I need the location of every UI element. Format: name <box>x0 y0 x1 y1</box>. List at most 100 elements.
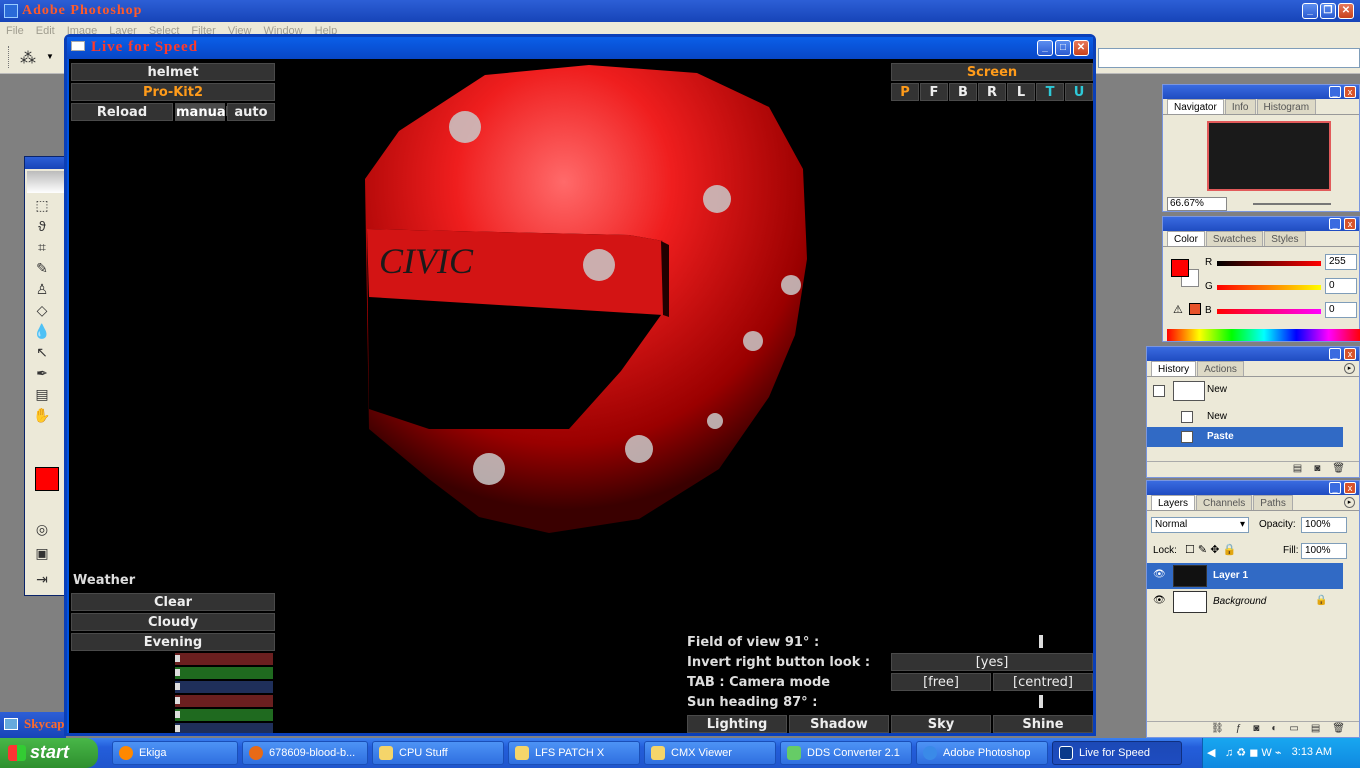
hand-icon[interactable]: ✋ <box>33 406 51 424</box>
slider-handle[interactable] <box>175 683 180 690</box>
shadow-button[interactable]: Shadow <box>789 715 889 733</box>
weather-cloudy-button[interactable]: Cloudy <box>71 613 275 631</box>
new-document-icon[interactable]: ▤ <box>1293 462 1302 477</box>
b-slider[interactable] <box>1217 309 1321 314</box>
tab-styles[interactable]: Styles <box>1264 231 1306 246</box>
history-snapshot[interactable]: New <box>1147 379 1343 405</box>
task-dds-converter[interactable]: DDS Converter 2.1 <box>780 741 912 765</box>
color-spectrum[interactable] <box>1167 329 1360 341</box>
clock[interactable]: 3:13 AM <box>1292 746 1332 758</box>
folder-icon[interactable]: ▭ <box>1289 722 1298 737</box>
magic-wand-icon[interactable]: ⁂ <box>20 48 36 68</box>
tab-swatches[interactable]: Swatches <box>1205 231 1264 246</box>
slider-handle[interactable] <box>175 725 180 732</box>
restore-button[interactable]: ❐ <box>1320 3 1336 19</box>
light-slider-green-2[interactable] <box>175 709 273 721</box>
stamp-icon[interactable]: ♙ <box>33 280 51 298</box>
screen-mode-icon[interactable]: ▣ <box>33 544 51 562</box>
maximize-button[interactable]: □ <box>1055 40 1071 56</box>
sun-heading-slider[interactable] <box>1039 695 1043 708</box>
menu-edit[interactable]: Edit <box>36 22 61 40</box>
camera-free-button[interactable]: [free] <box>891 673 991 691</box>
lighting-button[interactable]: Lighting <box>687 715 787 733</box>
task-photoshop[interactable]: Adobe Photoshop <box>916 741 1048 765</box>
light-slider-blue[interactable] <box>175 681 273 693</box>
palette-minimize-button[interactable]: _ <box>1329 86 1341 98</box>
r-slider[interactable] <box>1217 261 1321 266</box>
pen-icon[interactable]: ✒ <box>33 364 51 382</box>
palette-close-button[interactable]: x <box>1344 218 1356 230</box>
tray-icons[interactable]: ♫ ♻ ◼ W ⌁ <box>1225 746 1281 759</box>
history-item[interactable]: New <box>1147 407 1343 427</box>
history-item[interactable]: Paste <box>1147 427 1343 447</box>
task-firefox[interactable]: 678609-blood-b... <box>242 741 368 765</box>
reload-button[interactable]: Reload <box>71 103 173 121</box>
minimize-button[interactable]: _ <box>1037 40 1053 56</box>
snapshot-icon[interactable]: ◙ <box>1314 462 1320 477</box>
helmet-selector[interactable]: helmet <box>71 63 275 81</box>
background-window-caption[interactable]: Skycap <box>0 712 66 738</box>
palette-menu-icon[interactable]: ▸ <box>1344 363 1355 374</box>
menu-file[interactable]: File <box>6 22 30 40</box>
path-select-icon[interactable]: ↖ <box>33 343 51 361</box>
tab-channels[interactable]: Channels <box>1196 495 1253 510</box>
marquee-icon[interactable]: ⬚ <box>33 196 51 214</box>
eye-icon[interactable]: 👁 <box>1153 595 1166 606</box>
palette-minimize-button[interactable]: _ <box>1329 482 1341 494</box>
notes-icon[interactable]: ▤ <box>33 385 51 403</box>
eraser-icon[interactable]: ◇ <box>33 301 51 319</box>
palette-close-button[interactable]: x <box>1344 86 1356 98</box>
screen-button-p[interactable]: P <box>891 83 919 101</box>
task-cpu-stuff[interactable]: CPU Stuff <box>372 741 504 765</box>
task-lfs-patch[interactable]: LFS PATCH X <box>508 741 640 765</box>
lock-icons[interactable]: ☐ ✎ ✥ 🔒 <box>1185 543 1236 556</box>
tab-info[interactable]: Info <box>1224 99 1256 114</box>
slider-handle[interactable] <box>175 655 180 662</box>
sky-button[interactable]: Sky <box>891 715 991 733</box>
gamut-swatch[interactable] <box>1189 303 1201 315</box>
palette-minimize-button[interactable]: _ <box>1329 218 1341 230</box>
close-button[interactable]: ✕ <box>1338 3 1354 19</box>
g-value[interactable]: 0 <box>1325 278 1357 294</box>
adjustment-icon[interactable]: ◐ <box>1271 722 1277 737</box>
screen-button-t[interactable]: T <box>1036 83 1064 101</box>
quick-mask-icon[interactable]: ◎ <box>33 520 51 538</box>
weather-evening-button[interactable]: Evening <box>71 633 275 651</box>
lfs-3d-viewport[interactable]: CIVIC helmet Pro-Kit2 Reload manual auto… <box>69 59 1093 733</box>
light-slider-blue-2[interactable] <box>175 723 273 733</box>
zoom-field[interactable]: 66.67% <box>1167 197 1227 211</box>
lfs-title-bar[interactable]: Live for Speed _ □ ✕ <box>67 37 1093 59</box>
light-slider-red[interactable] <box>175 653 273 665</box>
screen-button-r[interactable]: R <box>978 83 1006 101</box>
skin-selector[interactable]: Pro-Kit2 <box>71 83 275 101</box>
shine-button[interactable]: Shine <box>993 715 1093 733</box>
blur-icon[interactable]: 💧 <box>33 322 51 340</box>
tab-layers[interactable]: Layers <box>1151 495 1196 510</box>
close-button[interactable]: ✕ <box>1073 40 1089 56</box>
layer-style-icon[interactable]: ƒ <box>1236 722 1242 737</box>
auto-button[interactable]: auto <box>227 103 275 121</box>
opacity-field[interactable]: 100% <box>1301 517 1347 533</box>
slider-handle[interactable] <box>175 697 180 704</box>
palette-close-button[interactable]: x <box>1344 482 1356 494</box>
minimize-button[interactable]: _ <box>1302 3 1318 19</box>
healing-icon[interactable]: ✎ <box>33 259 51 277</box>
camera-centred-button[interactable]: [centred] <box>993 673 1093 691</box>
imageready-icon[interactable]: ⇥ <box>33 570 51 588</box>
foreground-color-swatch[interactable] <box>35 467 59 491</box>
tab-actions[interactable]: Actions <box>1197 361 1244 376</box>
manual-button[interactable]: manual <box>175 103 230 121</box>
trash-icon[interactable]: 🗑 <box>1332 462 1345 477</box>
palette-menu-icon[interactable]: ▸ <box>1344 497 1355 508</box>
eye-icon[interactable]: 👁 <box>1153 569 1166 580</box>
mask-icon[interactable]: ◙ <box>1253 722 1259 737</box>
gamut-warning-icon[interactable]: ⚠ <box>1173 303 1183 316</box>
tray-expand-icon[interactable]: ◀ <box>1207 746 1215 759</box>
tab-color[interactable]: Color <box>1167 231 1205 246</box>
screen-button-b[interactable]: B <box>949 83 977 101</box>
tab-histogram[interactable]: Histogram <box>1256 99 1317 114</box>
fg-color-chip[interactable] <box>1171 259 1189 277</box>
screen-label[interactable]: Screen <box>891 63 1093 81</box>
slider-handle[interactable] <box>175 711 180 718</box>
tab-history[interactable]: History <box>1151 361 1197 376</box>
